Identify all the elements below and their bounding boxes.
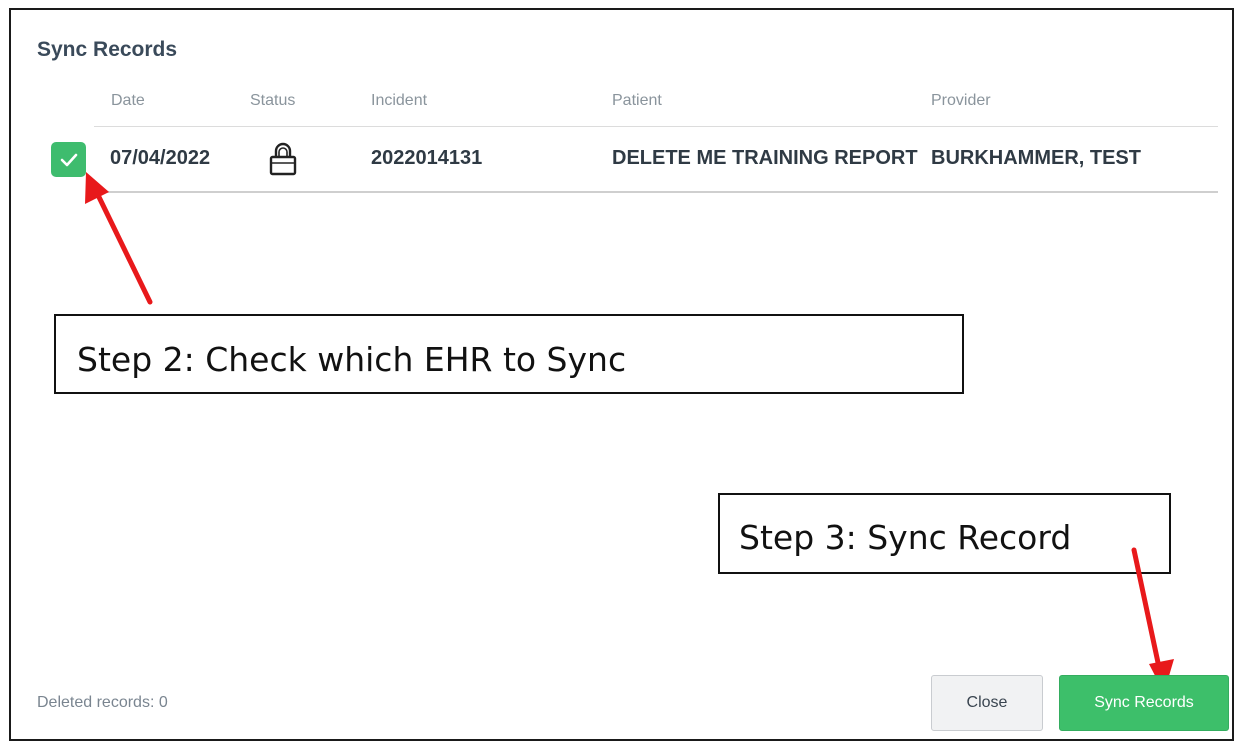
column-header-status: Status [250, 92, 296, 109]
row-date: 07/04/2022 [110, 147, 211, 169]
row-incident: 2022014131 [371, 147, 483, 169]
column-header-provider: Provider [931, 92, 991, 109]
column-header-incident: Incident [371, 92, 428, 109]
step-2-callout: Step 2: Check which EHR to Sync [54, 314, 964, 394]
checkmark-icon [60, 153, 77, 166]
sync-records-button[interactable]: Sync Records [1059, 675, 1229, 731]
column-header-patient: Patient [612, 92, 662, 109]
deleted-records-count: Deleted records: 0 [37, 694, 168, 711]
row-provider: BURKHAMMER, TEST [931, 147, 1141, 169]
row-select-checkbox[interactable] [51, 142, 86, 177]
step-3-callout: Step 3: Sync Record [718, 493, 1171, 574]
row-divider [94, 191, 1218, 193]
column-header-date: Date [111, 92, 145, 109]
dialog-title: Sync Records [37, 38, 178, 61]
row-patient: DELETE ME TRAINING REPORT [612, 147, 918, 169]
header-divider [94, 126, 1218, 127]
close-button[interactable]: Close [931, 675, 1043, 731]
lock-icon [268, 141, 298, 182]
